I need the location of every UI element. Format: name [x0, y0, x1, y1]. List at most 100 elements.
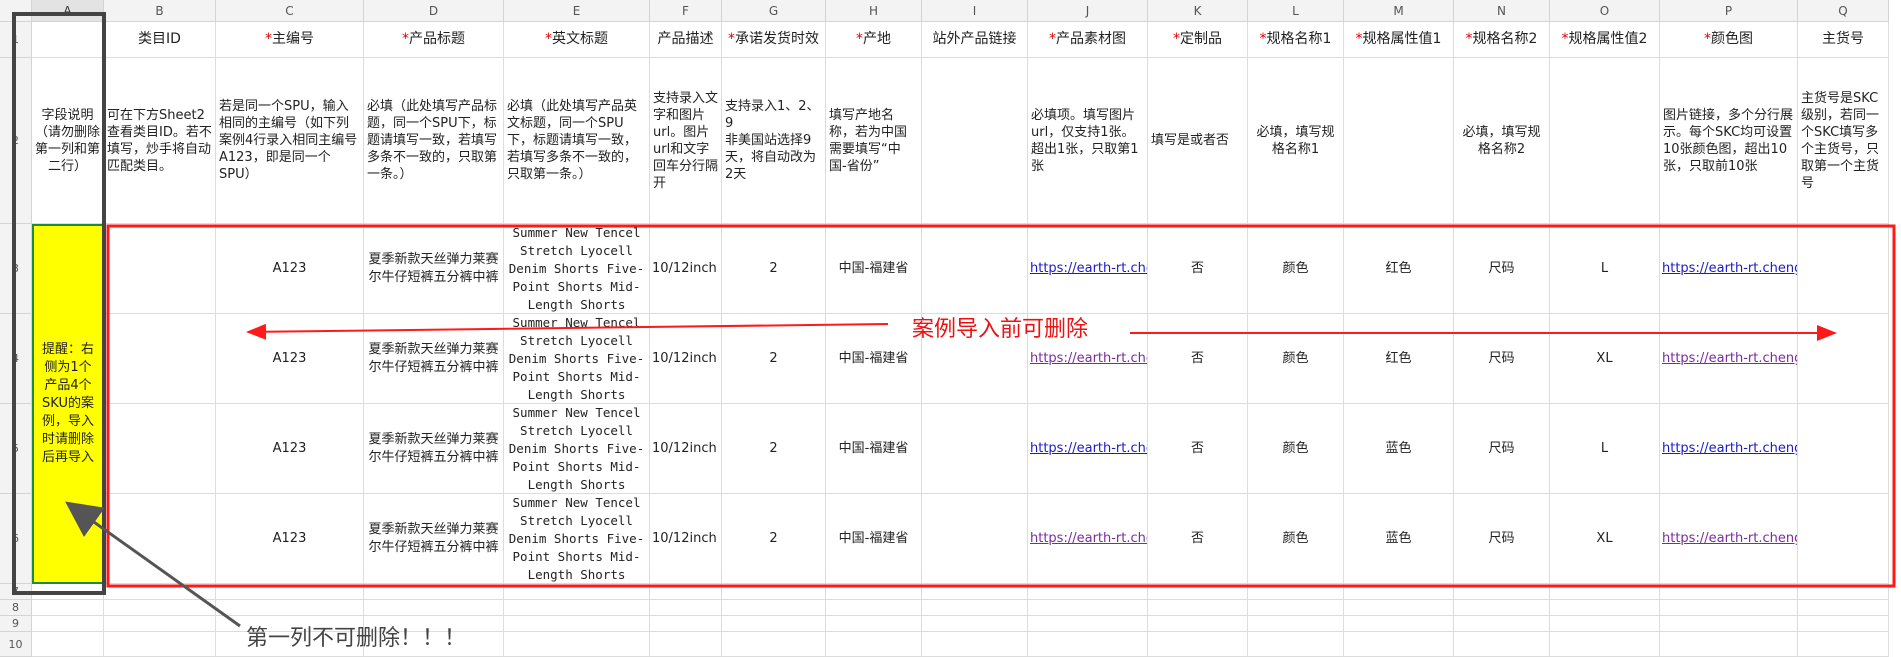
description-cell-n[interactable]: 必填，填写规格名称2	[1454, 58, 1550, 224]
column-header-d[interactable]: D	[364, 0, 504, 22]
description-cell-j[interactable]: 必填项。填写图片url，仅支持1张。超出1张，只取第1张	[1028, 58, 1148, 224]
header-cell-i[interactable]: 站外产品链接	[922, 22, 1028, 58]
empty-cell[interactable]	[364, 584, 504, 600]
example-row-3-col-b[interactable]	[104, 404, 216, 494]
column-header-g[interactable]: G	[722, 0, 826, 22]
column-header-q[interactable]: Q	[1798, 0, 1889, 22]
empty-cell[interactable]	[650, 600, 722, 616]
header-cell-j[interactable]: * 产品素材图	[1028, 22, 1148, 58]
example-row-4-img[interactable]: https://earth-rt.chengji-inc.com	[1028, 494, 1148, 584]
example-row-2-origin[interactable]: 中国-福建省	[826, 314, 922, 404]
example-row-3-spec2[interactable]: 尺码	[1454, 404, 1550, 494]
empty-cell[interactable]	[1454, 600, 1550, 616]
empty-cell[interactable]	[1798, 600, 1889, 616]
empty-cell[interactable]	[922, 632, 1028, 657]
example-row-4-val2[interactable]: XL	[1550, 494, 1660, 584]
empty-cell[interactable]	[722, 632, 826, 657]
example-row-4-spec2[interactable]: 尺码	[1454, 494, 1550, 584]
example-row-4-spec1[interactable]: 颜色	[1248, 494, 1344, 584]
row-header-4[interactable]: 4	[0, 314, 32, 404]
empty-cell[interactable]	[1550, 584, 1660, 600]
example-row-4-col-q[interactable]	[1798, 494, 1889, 584]
column-header-h[interactable]: H	[826, 0, 922, 22]
header-cell-m[interactable]: * 规格属性值1	[1344, 22, 1454, 58]
example-row-3-col-i[interactable]	[922, 404, 1028, 494]
empty-cell[interactable]	[1248, 616, 1344, 632]
empty-cell[interactable]	[104, 584, 216, 600]
example-row-1-ship[interactable]: 2	[722, 224, 826, 314]
empty-cell[interactable]	[1028, 616, 1148, 632]
example-row-3-img[interactable]: https://earth-rt.chengji-inc.com	[1028, 404, 1148, 494]
description-cell-p[interactable]: 图片链接，多个分行展示。每个SKC均可设置10张颜色图，超出10张，只取前10张	[1660, 58, 1798, 224]
empty-cell[interactable]	[1660, 600, 1798, 616]
example-row-2-spec2[interactable]: 尺码	[1454, 314, 1550, 404]
empty-cell[interactable]	[650, 632, 722, 657]
empty-cell[interactable]	[1798, 616, 1889, 632]
description-cell-h[interactable]: 填写产地名称，若为中国需要填写“中国-省份”	[826, 58, 922, 224]
row-header-10[interactable]: 10	[0, 632, 32, 657]
example-row-3-title_cn[interactable]: 夏季新款天丝弹力莱赛尔牛仔短裤五分裤中裤	[364, 404, 504, 494]
example-row-1-col-i[interactable]	[922, 224, 1028, 314]
reminder-cell[interactable]: 提醒：右侧为1个产品4个SKU的案例，导入时请删除后再导入	[32, 224, 104, 584]
empty-cell[interactable]	[722, 600, 826, 616]
empty-cell[interactable]	[1550, 600, 1660, 616]
column-header-e[interactable]: E	[504, 0, 650, 22]
example-row-2-ship[interactable]: 2	[722, 314, 826, 404]
header-cell-a[interactable]	[32, 22, 104, 58]
column-header-b[interactable]: B	[104, 0, 216, 22]
description-cell-k[interactable]: 填写是或者否	[1148, 58, 1248, 224]
example-row-3-col-q[interactable]	[1798, 404, 1889, 494]
example-row-2-spec1[interactable]: 颜色	[1248, 314, 1344, 404]
empty-cell[interactable]	[1028, 584, 1148, 600]
column-header-a[interactable]: A	[32, 0, 104, 22]
empty-cell[interactable]	[1454, 616, 1550, 632]
example-row-4-title_en[interactable]: Summer New Tencel Stretch Lyocell Denim …	[504, 494, 650, 584]
empty-cell[interactable]	[1248, 584, 1344, 600]
empty-cell[interactable]	[922, 616, 1028, 632]
row-header-5[interactable]: 5	[0, 404, 32, 494]
empty-cell[interactable]	[922, 600, 1028, 616]
empty-cell[interactable]	[1660, 584, 1798, 600]
column-header-j[interactable]: J	[1028, 0, 1148, 22]
row-header-8[interactable]: 8	[0, 600, 32, 616]
example-row-4-col-i[interactable]	[922, 494, 1028, 584]
example-row-2-title_cn[interactable]: 夏季新款天丝弹力莱赛尔牛仔短裤五分裤中裤	[364, 314, 504, 404]
empty-cell[interactable]	[1148, 616, 1248, 632]
example-row-1-custom[interactable]: 否	[1148, 224, 1248, 314]
example-row-2-col-b[interactable]	[104, 314, 216, 404]
example-row-4-code[interactable]: A123	[216, 494, 364, 584]
empty-cell[interactable]	[1248, 632, 1344, 657]
example-row-1-val2[interactable]: L	[1550, 224, 1660, 314]
example-row-3-origin[interactable]: 中国-福建省	[826, 404, 922, 494]
example-row-4-origin[interactable]: 中国-福建省	[826, 494, 922, 584]
empty-cell[interactable]	[1798, 632, 1889, 657]
corner-cell[interactable]	[0, 0, 32, 22]
description-cell-e[interactable]: 必填（此处填写产品英文标题，同一个SPU下，标题请填写一致，若填写多条不一致的，…	[504, 58, 650, 224]
header-cell-d[interactable]: * 产品标题	[364, 22, 504, 58]
example-row-4-color_img[interactable]: https://earth-rt.chengji-inc.com	[1660, 494, 1798, 584]
empty-cell[interactable]	[104, 600, 216, 616]
example-row-2-title_en[interactable]: Summer New Tencel Stretch Lyocell Denim …	[504, 314, 650, 404]
empty-cell[interactable]	[1344, 616, 1454, 632]
header-cell-g[interactable]: * 承诺发货时效	[722, 22, 826, 58]
empty-cell[interactable]	[1344, 584, 1454, 600]
example-row-4-custom[interactable]: 否	[1148, 494, 1248, 584]
empty-cell[interactable]	[1344, 600, 1454, 616]
example-row-1-spec1[interactable]: 颜色	[1248, 224, 1344, 314]
empty-cell[interactable]	[826, 616, 922, 632]
row-header-1[interactable]: 1	[0, 22, 32, 58]
example-row-4-title_cn[interactable]: 夏季新款天丝弹力莱赛尔牛仔短裤五分裤中裤	[364, 494, 504, 584]
empty-cell[interactable]	[1148, 632, 1248, 657]
column-header-c[interactable]: C	[216, 0, 364, 22]
example-row-3-title_en[interactable]: Summer New Tencel Stretch Lyocell Denim …	[504, 404, 650, 494]
column-header-f[interactable]: F	[650, 0, 722, 22]
description-cell-c[interactable]: 若是同一个SPU，输入相同的主编号（如下列案例4行录入相同主编号A123，即是同…	[216, 58, 364, 224]
example-row-1-desc[interactable]: 10/12inch	[650, 224, 722, 314]
example-row-3-code[interactable]: A123	[216, 404, 364, 494]
description-cell-m[interactable]	[1344, 58, 1454, 224]
description-cell-f[interactable]: 支持录入文字和图片url。图片url和文字回车分行隔开	[650, 58, 722, 224]
empty-cell[interactable]	[826, 584, 922, 600]
empty-cell[interactable]	[1028, 632, 1148, 657]
example-row-2-val2[interactable]: XL	[1550, 314, 1660, 404]
header-cell-p[interactable]: * 颜色图	[1660, 22, 1798, 58]
